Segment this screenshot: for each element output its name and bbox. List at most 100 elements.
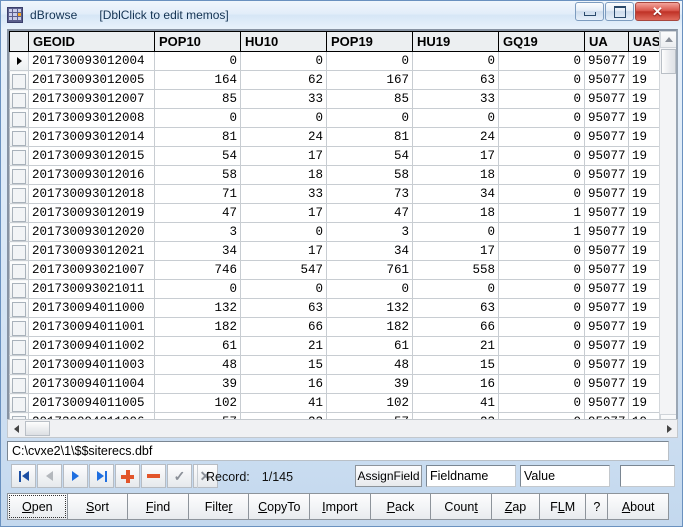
add-record-button[interactable] (115, 464, 140, 488)
table-row[interactable]: 201730093012019 47 17 47 18 1 95077 19 (9, 203, 670, 223)
cell-ua[interactable]: 95077 (584, 393, 629, 413)
cell-hu10[interactable]: 33 (240, 89, 327, 109)
toolbar-button-sort[interactable]: Sort (67, 493, 129, 520)
column-header-gq19[interactable]: GQ19 (498, 31, 585, 52)
scroll-right-button[interactable] (661, 420, 677, 437)
cell-geoid[interactable]: 201730093012014 (28, 127, 155, 147)
cell-gq19[interactable]: 0 (498, 393, 585, 413)
cell-ua[interactable]: 95077 (584, 184, 629, 204)
v-scroll-thumb[interactable] (661, 49, 676, 74)
scroll-up-button[interactable] (660, 31, 676, 48)
cell-hu10[interactable]: 0 (240, 51, 327, 71)
cell-hu10[interactable]: 63 (240, 298, 327, 318)
cell-hu19[interactable]: 0 (412, 51, 499, 71)
cell-hu10[interactable]: 66 (240, 317, 327, 337)
cell-geoid[interactable]: 201730094011004 (28, 374, 155, 394)
row-selector[interactable] (9, 241, 29, 261)
cell-pop10[interactable]: 48 (154, 355, 241, 375)
cell-ua[interactable]: 95077 (584, 127, 629, 147)
cell-pop10[interactable]: 0 (154, 108, 241, 128)
cell-geoid[interactable]: 201730094011002 (28, 336, 155, 356)
cell-geoid[interactable]: 201730094011001 (28, 317, 155, 337)
table-row[interactable]: 201730094011001 182 66 182 66 0 95077 19 (9, 317, 670, 337)
cell-hu10[interactable]: 547 (240, 260, 327, 280)
h-scroll-thumb[interactable] (25, 421, 50, 436)
cell-pop10[interactable]: 0 (154, 279, 241, 299)
toolbar-button-zap[interactable]: Zap (491, 493, 541, 520)
row-selector-current[interactable] (9, 51, 29, 71)
row-selector[interactable] (9, 70, 29, 90)
cell-ua[interactable]: 95077 (584, 298, 629, 318)
cell-ua[interactable]: 95077 (584, 146, 629, 166)
cell-geoid[interactable]: 201730093012004 (28, 51, 155, 71)
cell-ua[interactable]: 95077 (584, 203, 629, 223)
cell-gq19[interactable]: 0 (498, 184, 585, 204)
cell-hu10[interactable]: 0 (240, 279, 327, 299)
table-row[interactable]: 201730093012005 164 62 167 63 0 95077 19 (9, 70, 670, 90)
column-header-hu10[interactable]: HU10 (240, 31, 327, 52)
row-selector[interactable] (9, 165, 29, 185)
table-row[interactable]: 201730094011005 102 41 102 41 0 95077 19 (9, 393, 670, 413)
cell-hu19[interactable]: 16 (412, 374, 499, 394)
cell-hu10[interactable]: 17 (240, 241, 327, 261)
cell-pop19[interactable]: 58 (326, 165, 413, 185)
maximize-button[interactable] (605, 2, 634, 21)
table-row[interactable]: 201730093012020 3 0 3 0 1 95077 19 (9, 222, 670, 242)
cell-hu19[interactable]: 18 (412, 203, 499, 223)
table-row[interactable]: 201730093021007 746 547 761 558 0 95077 19 (9, 260, 670, 280)
cell-geoid[interactable]: 201730093012018 (28, 184, 155, 204)
cell-pop19[interactable]: 54 (326, 146, 413, 166)
title-bar[interactable]: dBrowse [DblClick to edit memos] ✕ (1, 1, 682, 28)
post-edit-button[interactable]: ✓ (167, 464, 192, 488)
cell-pop19[interactable]: 0 (326, 51, 413, 71)
cell-gq19[interactable]: 0 (498, 51, 585, 71)
cell-hu10[interactable]: 16 (240, 374, 327, 394)
cell-hu10[interactable]: 41 (240, 393, 327, 413)
cell-pop10[interactable]: 164 (154, 70, 241, 90)
cell-hu10[interactable]: 18 (240, 165, 327, 185)
cell-geoid[interactable]: 201730093012005 (28, 70, 155, 90)
row-selector[interactable] (9, 127, 29, 147)
cell-pop19[interactable]: 3 (326, 222, 413, 242)
cell-gq19[interactable]: 0 (498, 146, 585, 166)
cell-hu10[interactable]: 15 (240, 355, 327, 375)
cell-geoid[interactable]: 201730093021011 (28, 279, 155, 299)
cell-hu19[interactable]: 17 (412, 241, 499, 261)
scroll-left-button[interactable] (8, 420, 24, 437)
cell-pop19[interactable]: 761 (326, 260, 413, 280)
cell-hu19[interactable]: 24 (412, 127, 499, 147)
cell-pop19[interactable]: 48 (326, 355, 413, 375)
toolbar-button-about[interactable]: About (608, 493, 669, 520)
cell-hu19[interactable]: 18 (412, 165, 499, 185)
cell-gq19[interactable]: 0 (498, 355, 585, 375)
cell-gq19[interactable]: 1 (498, 222, 585, 242)
cell-gq19[interactable]: 0 (498, 260, 585, 280)
cell-ua[interactable]: 95077 (584, 374, 629, 394)
cell-pop10[interactable]: 47 (154, 203, 241, 223)
cell-hu19[interactable]: 63 (412, 298, 499, 318)
cell-pop10[interactable]: 85 (154, 89, 241, 109)
cell-hu19[interactable]: 33 (412, 89, 499, 109)
cell-ua[interactable]: 95077 (584, 165, 629, 185)
cell-pop10[interactable]: 102 (154, 393, 241, 413)
table-row[interactable]: 201730094011002 61 21 61 21 0 95077 19 (9, 336, 670, 356)
table-row[interactable]: 201730093012007 85 33 85 33 0 95077 19 (9, 89, 670, 109)
cell-ua[interactable]: 95077 (584, 89, 629, 109)
cell-pop19[interactable]: 81 (326, 127, 413, 147)
cell-pop10[interactable]: 0 (154, 51, 241, 71)
toolbar-button-open[interactable]: Open (7, 493, 68, 520)
minimize-button[interactable] (575, 2, 604, 21)
row-selector[interactable] (9, 184, 29, 204)
toolbar-button-[interactable]: ? (586, 493, 609, 520)
cell-gq19[interactable]: 0 (498, 298, 585, 318)
cell-pop19[interactable]: 34 (326, 241, 413, 261)
cell-ua[interactable]: 95077 (584, 222, 629, 242)
cell-pop19[interactable]: 47 (326, 203, 413, 223)
cell-pop19[interactable]: 39 (326, 374, 413, 394)
row-selector[interactable] (9, 298, 29, 318)
prev-record-button[interactable] (37, 464, 62, 488)
cell-pop19[interactable]: 182 (326, 317, 413, 337)
cell-hu19[interactable]: 34 (412, 184, 499, 204)
cell-hu19[interactable]: 558 (412, 260, 499, 280)
cell-hu19[interactable]: 0 (412, 279, 499, 299)
